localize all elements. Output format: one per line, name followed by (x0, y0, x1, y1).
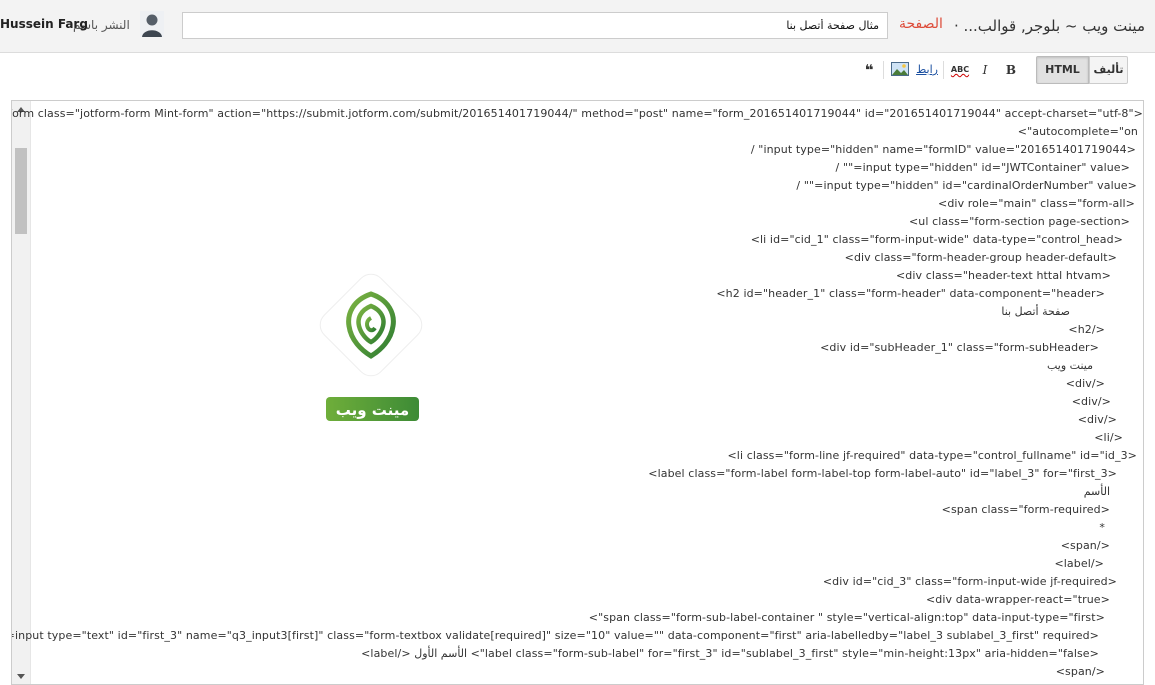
post-type-label: الصفحة (899, 16, 943, 32)
code-line: / ""=input type="text" id="first_3" name… (11, 629, 1099, 642)
code-line: <ul class="form-section page-section> (908, 215, 1130, 228)
logo-text: مينت ويب (336, 401, 409, 419)
scroll-thumb[interactable] (15, 148, 27, 234)
code-line: <"autocomplete="on (1017, 125, 1138, 138)
code-line: <li class="form-line jf-required" data-t… (727, 449, 1137, 462)
code-line: <label class="form-label form-label-top … (648, 467, 1117, 480)
bold-button[interactable]: B (1004, 62, 1018, 78)
user-name[interactable]: Hussein Farg (0, 17, 88, 31)
code-line: <div/> (1077, 413, 1117, 426)
html-mode-tab[interactable]: HTML (1036, 56, 1089, 84)
code-line: <div id="subHeader_1" class="form-subHea… (820, 341, 1099, 354)
post-title-input[interactable] (182, 12, 888, 39)
compose-mode-tab[interactable]: تأليف (1089, 56, 1128, 84)
mint-web-logo: مينت ويب (319, 273, 423, 421)
image-icon (891, 62, 909, 76)
insert-image-button[interactable] (890, 62, 910, 78)
code-line: <div/> (1071, 395, 1111, 408)
code-line: <li id="cid_1" class="form-input-wide" d… (750, 233, 1123, 246)
code-line: الأسم (1083, 485, 1110, 498)
code-line: مينت ويب (1046, 359, 1093, 372)
user-avatar-icon[interactable] (140, 11, 164, 37)
code-line: <div data-wrapper-react="true> (925, 593, 1110, 606)
scroll-down-arrow-icon[interactable] (17, 674, 25, 679)
code-line: <"span class="form-sub-label-container "… (588, 611, 1105, 624)
code-line: <div role="main" class="form-all> (938, 197, 1135, 210)
code-line: <label/> الأسم الأول <"label class="form… (361, 647, 1099, 660)
toolbar-divider (883, 61, 884, 79)
html-editor-textarea[interactable]: form class="jotform-form Mint-form" acti… (11, 100, 1144, 685)
italic-button[interactable]: I (978, 62, 992, 78)
code-line: <h2/> (1068, 323, 1105, 336)
post-editor-header: مينت ويب ~ بلوجر, قوالب... · الصفحة النش… (0, 0, 1155, 53)
code-line: صفحة أتصل بنا (1001, 305, 1070, 318)
code-line: <div/> (1065, 377, 1105, 390)
code-line: <li/> (1094, 431, 1123, 444)
link-button[interactable]: رابط (916, 62, 938, 78)
code-line: <div id="cid_3" class="form-input-wide j… (822, 575, 1117, 588)
code-line: / ""=input type="hidden" id="cardinalOrd… (796, 179, 1137, 192)
code-line: <div class="form-header-group header-def… (844, 251, 1117, 264)
code-line: <h2 id="header_1" class="form-header" da… (716, 287, 1105, 300)
code-line: / "input type="hidden" name="formID" val… (750, 143, 1136, 156)
code-line: form class="jotform-form Mint-form" acti… (11, 107, 1143, 120)
blog-title[interactable]: مينت ويب ~ بلوجر, قوالب... · (954, 17, 1145, 35)
code-line: * (1099, 521, 1105, 534)
quote-button[interactable]: ❝ (860, 62, 878, 78)
spellcheck-button[interactable]: ABC (950, 62, 970, 78)
code-line: <div class="header-text httal htvam> (895, 269, 1111, 282)
code-line: <span class="form-required> (941, 503, 1110, 516)
code-line: / ""=input type="hidden" id="JWTContaine… (835, 161, 1130, 174)
code-line: <span/> (1060, 539, 1110, 552)
toolbar-divider (943, 61, 944, 79)
editor-scrollbar[interactable] (12, 101, 31, 684)
code-line: <label/> (1054, 557, 1104, 570)
code-line: <span/> (1055, 665, 1105, 678)
